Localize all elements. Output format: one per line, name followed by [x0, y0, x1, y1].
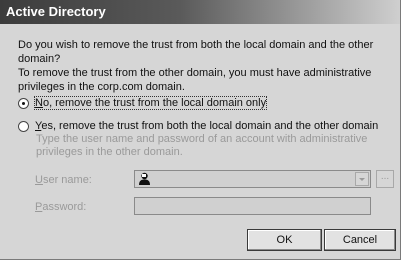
- message-question: Do you wish to remove the trust from bot…: [18, 39, 374, 65]
- password-label: Password:: [35, 201, 87, 213]
- active-directory-dialog: Active Directory Do you wish to remove t…: [0, 0, 401, 260]
- password-field[interactable]: [134, 197, 371, 215]
- cancel-button[interactable]: Cancel: [324, 229, 396, 251]
- ok-button[interactable]: OK: [247, 229, 322, 251]
- confirmation-message: Do you wish to remove the trust from bot…: [18, 38, 398, 94]
- option-local-only-label[interactable]: No, remove the trust from the local doma…: [33, 96, 268, 110]
- option-local-only[interactable]: No, remove the trust from the local doma…: [18, 96, 268, 112]
- browse-button[interactable]: ...: [376, 170, 394, 188]
- dialog-title: Active Directory: [6, 4, 106, 19]
- username-combo[interactable]: [134, 170, 371, 188]
- credentials-hint: Type the user name and password of an ac…: [36, 133, 368, 158]
- user-icon: [138, 172, 151, 186]
- message-requirement: To remove the trust from the other domai…: [18, 67, 372, 93]
- title-bar[interactable]: Active Directory: [0, 0, 400, 24]
- chevron-down-icon[interactable]: [355, 172, 369, 186]
- username-label: User name:: [35, 174, 92, 186]
- radio-both-domains[interactable]: [18, 121, 29, 132]
- radio-local-only[interactable]: [18, 98, 29, 109]
- option-both-domains-label[interactable]: Yes, remove the trust from both the loca…: [35, 120, 378, 132]
